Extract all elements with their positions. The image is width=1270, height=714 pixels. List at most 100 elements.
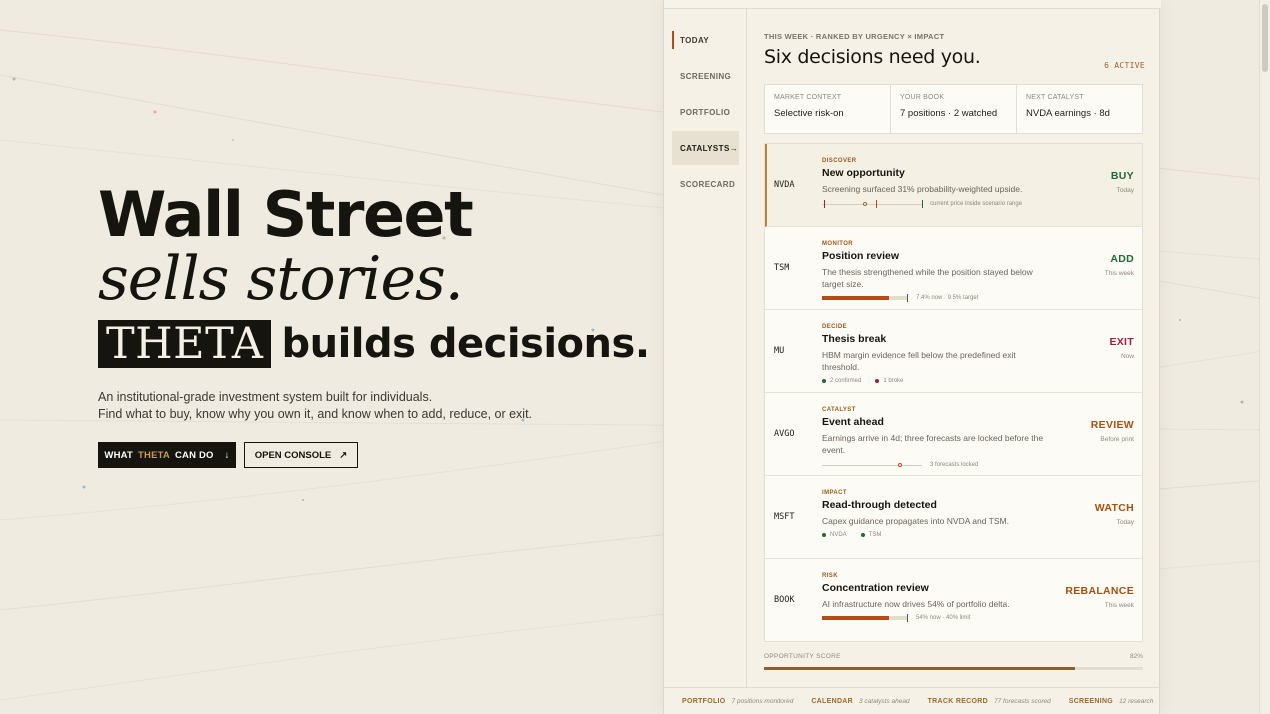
card-description: HBM margin evidence fell below the prede…: [822, 350, 1016, 372]
arrow-down-icon: ↓: [224, 449, 230, 461]
card-title: New opportunity: [822, 167, 905, 179]
card-description: Capex guidance propagates into NVDA and …: [822, 516, 1009, 526]
footer-calendar[interactable]: CALENDAR 3 catalysts ahead: [811, 698, 909, 705]
ticker: BOOK: [774, 595, 795, 605]
ticker: TSM: [774, 263, 790, 273]
timeline-axis: [822, 465, 922, 466]
viz-note: 54% now · 40% limit: [916, 615, 971, 621]
footer-screening[interactable]: SCREENING 12 research: [1069, 698, 1154, 705]
opportunity-score-fill: [764, 667, 1075, 670]
position-size-viz: 7.4% now · 9.5% target: [822, 294, 1054, 302]
console-footer: PORTFOLIO 7 positions monitored CALENDAR…: [664, 687, 1161, 714]
action-timing: Now: [1120, 353, 1134, 360]
context-value: Selective risk-on: [774, 108, 844, 119]
footer-portfolio[interactable]: PORTFOLIO 7 positions monitored: [682, 698, 793, 705]
card-body: RISK Concentration review AI infrastruct…: [822, 573, 1054, 622]
button-label-pre: WHAT: [104, 449, 133, 461]
decision-card-nvda[interactable]: NVDA DISCOVER New opportunity Screening …: [765, 144, 1142, 227]
context-label: YOUR BOOK: [900, 94, 945, 101]
action-label: WATCH: [1094, 502, 1134, 514]
decision-card-tsm[interactable]: TSM MONITOR Position review The thesis s…: [765, 227, 1142, 310]
card-title: Event ahead: [822, 416, 884, 428]
range-mid-mark: [876, 200, 877, 208]
button-label-theta: THETA: [138, 449, 170, 461]
scenario-range-line: [822, 200, 923, 208]
nav-item-catalysts[interactable]: CATALYSTS →: [672, 131, 739, 165]
action-timing: This week: [1104, 602, 1134, 609]
opportunity-score-track: [764, 667, 1143, 670]
nav-item-screening[interactable]: SCREENING: [672, 59, 739, 93]
card-type: DISCOVER: [822, 158, 857, 164]
decision-card-avgo[interactable]: AVGO CATALYST Event ahead Earnings arriv…: [765, 393, 1142, 476]
target-mark: [907, 294, 908, 302]
green-dot-icon: [860, 533, 865, 537]
card-title: Read-through detected: [822, 499, 937, 511]
action-label: REVIEW: [1090, 419, 1134, 431]
nav-item-today[interactable]: TODAY: [672, 31, 739, 49]
event-timeline-viz: 3 forecasts locked: [822, 461, 1054, 469]
hero-subtitle: An institutional-grade investment system…: [98, 389, 532, 423]
action-timing: Today: [1116, 519, 1134, 526]
section-eyebrow: THIS WEEK · RANKED BY URGENCY × IMPACT: [764, 32, 945, 41]
nav-item-label: SCREENING: [680, 71, 732, 81]
action-timing: Today: [1116, 187, 1134, 194]
footer-label: CALENDAR: [811, 697, 854, 705]
scenario-range-viz: current price inside scenario range: [822, 200, 1054, 208]
button-label-post: CAN DO: [174, 449, 214, 461]
legend-nvda: NVDA: [822, 532, 847, 538]
read-through-legend: NVDA TSM: [822, 532, 1054, 538]
card-description: Screening surfaced 31% probability-weigh…: [822, 184, 1023, 194]
what-theta-can-do-button[interactable]: WHAT THETA CAN DO ↓: [98, 442, 236, 468]
card-title: Thesis break: [822, 333, 887, 345]
action-label: REBALANCE: [1065, 585, 1134, 597]
green-dot-icon: [822, 379, 826, 383]
opportunity-score-label: OPPORTUNITY SCORE: [764, 653, 841, 660]
card-type: MONITOR: [822, 241, 854, 247]
footer-sub: 77 forecasts scored: [994, 697, 1051, 705]
footer-label: TRACK RECORD: [927, 697, 988, 705]
footer-sub: 3 catalysts ahead: [859, 697, 910, 705]
context-label: MARKET CONTEXT: [774, 94, 842, 101]
card-title: Concentration review: [822, 582, 929, 594]
market-context-cell: MARKET CONTEXT Selective risk-on: [765, 85, 891, 133]
card-description: AI infrastructure now drives 54% of port…: [822, 599, 1010, 609]
hero-title-line3-rest: builds decisions.: [281, 321, 650, 367]
card-body: DECIDE Thesis break HBM margin evidence …: [822, 324, 1054, 384]
card-action: BUY Today: [1111, 170, 1134, 194]
context-strip: MARKET CONTEXT Selective risk-on YOUR BO…: [764, 84, 1143, 134]
arrow-right-icon: →: [729, 143, 739, 153]
range-axis: [822, 204, 922, 205]
viz-note: 3 forecasts locked: [930, 462, 979, 468]
decision-card-mu[interactable]: MU DECIDE Thesis break HBM margin eviden…: [765, 310, 1142, 393]
page-scrollbar[interactable]: [1259, 0, 1270, 714]
card-body: DISCOVER New opportunity Screening surfa…: [822, 158, 1054, 208]
decision-card-book[interactable]: BOOK RISK Concentration review AI infras…: [765, 559, 1142, 641]
card-body: CATALYST Event ahead Earnings arrive in …: [822, 407, 1054, 469]
nav-item-label: PORTFOLIO: [680, 107, 731, 117]
scrollbar-thumb[interactable]: [1262, 4, 1268, 72]
ticker: NVDA: [774, 180, 795, 190]
action-timing: This week: [1104, 270, 1134, 277]
action-label: EXIT: [1109, 336, 1134, 348]
card-action: EXIT Now: [1109, 336, 1134, 360]
card-body: MONITOR Position review The thesis stren…: [822, 241, 1054, 302]
card-description: Earnings arrive in 4d; three forecasts a…: [822, 433, 1044, 455]
nav-item-label: TODAY: [680, 35, 710, 45]
footer-sub: 12 research: [1119, 697, 1154, 705]
ticker: AVGO: [774, 429, 795, 439]
card-title: Position review: [822, 250, 900, 262]
footer-sub: 7 positions monitored: [731, 697, 794, 705]
open-console-button[interactable]: OPEN CONSOLE ↗: [244, 442, 358, 468]
footer-track-record[interactable]: TRACK RECORD 77 forecasts scored: [928, 698, 1051, 705]
card-action: WATCH Today: [1095, 502, 1134, 526]
opportunity-score-value: 82%: [1129, 653, 1143, 660]
action-label: ADD: [1110, 253, 1134, 265]
nav-item-scorecard[interactable]: SCORECARD: [672, 167, 739, 201]
nav-item-portfolio[interactable]: PORTFOLIO: [672, 95, 739, 129]
limit-mark: [907, 614, 908, 622]
card-type: RISK: [822, 573, 838, 579]
concentration-viz: 54% now · 40% limit: [822, 614, 1054, 622]
decision-card-msft[interactable]: MSFT IMPACT Read-through detected Capex …: [765, 476, 1142, 559]
console-sidebar: TODAY SCREENING PORTFOLIO CATALYSTS → SC…: [664, 9, 747, 687]
nav-item-label: CATALYSTS: [680, 143, 730, 153]
